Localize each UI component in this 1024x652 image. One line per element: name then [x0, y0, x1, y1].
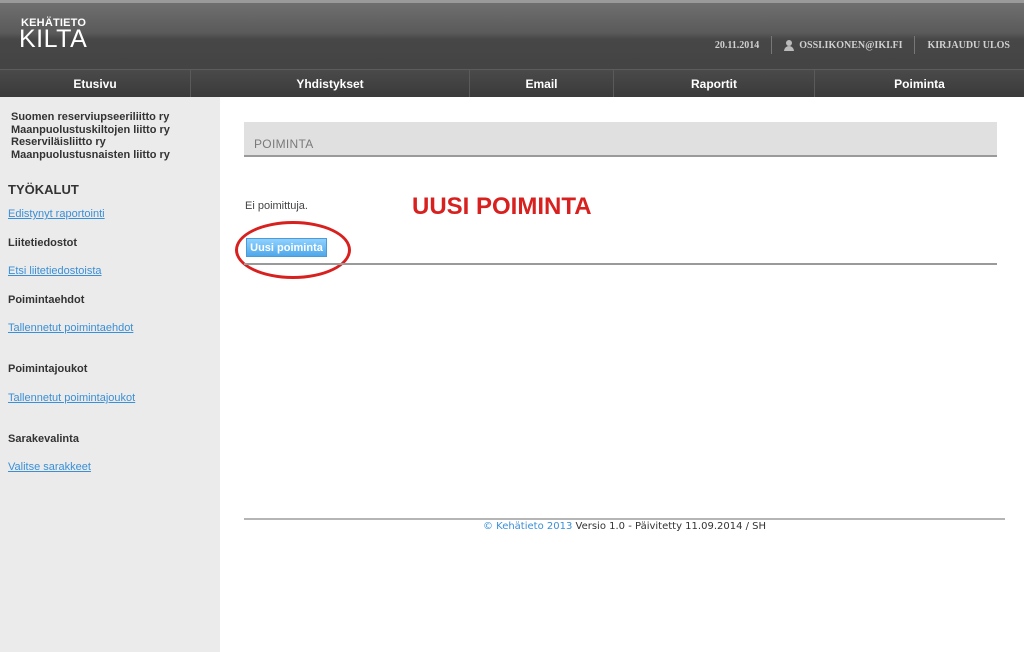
- page-title-bar: POIMINTA: [244, 122, 997, 157]
- footer: © Kehätieto 2013 Versio 1.0 - Päivitetty…: [244, 521, 1005, 532]
- header-date: 20.11.2014: [714, 39, 760, 51]
- new-selection-button[interactable]: Uusi poiminta: [246, 238, 327, 257]
- footer-divider: [244, 518, 1005, 520]
- footer-version-text: Versio 1.0 - Päivitetty 11.09.2014 / SH: [572, 521, 767, 532]
- header-bar: KEHÄTIETO KILTA 20.11.2014 OSSI.IKONEN@I…: [0, 0, 1024, 69]
- advanced-reporting-link[interactable]: Edistynyt raportointi: [8, 208, 105, 220]
- organization-name: Maanpuolustusnaisten liitto ry: [11, 148, 170, 161]
- columns-heading: Sarakevalinta: [8, 433, 79, 445]
- attachments-heading: Liitetiedostot: [8, 237, 78, 249]
- footer-brand-link[interactable]: © Kehätieto 2013: [483, 521, 572, 532]
- saved-criteria-link[interactable]: Tallennetut poimintaehdot: [8, 322, 133, 334]
- sets-heading: Poimintajoukot: [8, 363, 88, 375]
- nav-item-raportit[interactable]: Raportit: [614, 70, 815, 97]
- nav-item-email[interactable]: Email: [470, 70, 614, 97]
- nav-item-yhdistykset[interactable]: Yhdistykset: [191, 70, 470, 97]
- organization-name: Maanpuolustuskiltojen liitto ry: [11, 123, 170, 136]
- header-user-link[interactable]: OSSI.IKONEN@IKI.FI: [799, 40, 902, 51]
- nav-item-etusivu[interactable]: Etusivu: [0, 70, 191, 97]
- empty-state-text: Ei poimittuja.: [245, 200, 308, 212]
- main-nav: Etusivu Yhdistykset Email Raportit Poimi…: [0, 69, 1024, 97]
- nav-item-poiminta[interactable]: Poiminta: [815, 70, 1024, 97]
- select-columns-link[interactable]: Valitse sarakkeet: [8, 461, 91, 473]
- criteria-heading: Poimintaehdot: [8, 294, 85, 306]
- logo[interactable]: KILTA: [19, 25, 87, 54]
- organization-list: Suomen reserviupseeriliitto ry Maanpuolu…: [11, 111, 170, 161]
- sidebar: Suomen reserviupseeriliitto ry Maanpuolu…: [0, 97, 220, 652]
- annotation-label: UUSI POIMINTA: [412, 193, 592, 220]
- header-divider: [771, 36, 773, 54]
- page-title: POIMINTA: [254, 137, 314, 151]
- search-attachments-link[interactable]: Etsi liitetiedostoista: [8, 265, 102, 277]
- organization-name: Suomen reserviupseeriliitto ry: [11, 111, 170, 123]
- organization-name: Reserviläisliitto ry: [11, 136, 106, 148]
- header-user-area: 20.11.2014 OSSI.IKONEN@IKI.FI KIRJAUDU U…: [715, 36, 1010, 54]
- tools-heading: TYÖKALUT: [8, 182, 79, 197]
- header-divider: [914, 36, 916, 54]
- user-icon: [784, 39, 795, 51]
- saved-sets-link[interactable]: Tallennetut poimintajoukot: [8, 392, 135, 404]
- content-divider: [244, 263, 997, 265]
- logout-link[interactable]: KIRJAUDU ULOS: [927, 40, 1010, 51]
